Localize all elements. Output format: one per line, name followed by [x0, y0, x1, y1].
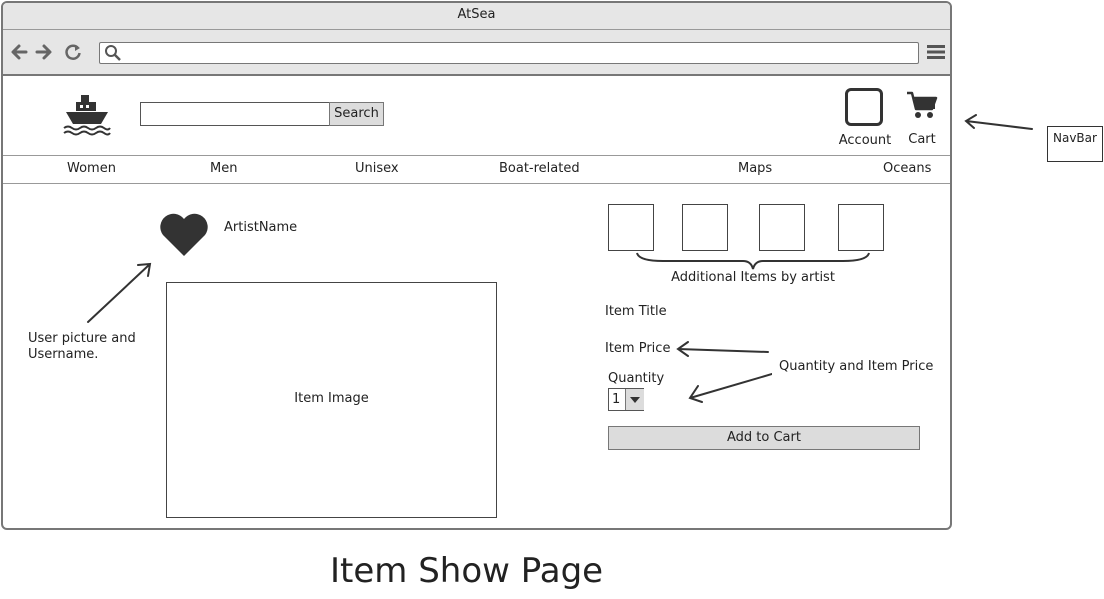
cart-label[interactable]: Cart [899, 132, 945, 147]
nav-item-unisex[interactable]: Unisex [355, 161, 399, 176]
forward-arrow-icon[interactable] [34, 43, 54, 61]
thumbnail-4[interactable] [838, 204, 884, 251]
user-picture-annotation: User picture and Username. [28, 331, 136, 362]
additional-items-label: Additional Items by artist [671, 270, 835, 285]
item-image: Item Image [166, 282, 497, 518]
quantity-select[interactable]: 1 [608, 388, 644, 411]
item-price: Item Price [605, 341, 671, 356]
cart-icon[interactable] [905, 90, 939, 120]
artist-name[interactable]: ArtistName [224, 220, 297, 235]
nav-item-maps[interactable]: Maps [738, 161, 772, 176]
nav-item-men[interactable]: Men [210, 161, 237, 176]
page-caption: Item Show Page [330, 551, 604, 591]
ship-logo-icon[interactable] [62, 92, 112, 138]
thumbnail-2[interactable] [682, 204, 728, 251]
search-input[interactable] [140, 102, 332, 126]
nav-divider-bottom [3, 183, 950, 184]
navbar-annotation: NavBar [1047, 126, 1103, 162]
reload-icon[interactable] [64, 43, 82, 61]
search-icon [105, 45, 121, 61]
quantity-price-annotation: Quantity and Item Price [779, 359, 934, 374]
url-bar[interactable] [99, 42, 919, 64]
account-label[interactable]: Account [827, 133, 903, 148]
quantity-label: Quantity [608, 371, 665, 386]
account-icon[interactable] [845, 88, 883, 126]
quantity-value: 1 [612, 392, 621, 407]
hamburger-menu-icon[interactable] [927, 44, 945, 60]
dropdown-caret-icon[interactable] [625, 389, 644, 410]
brace-icon [636, 252, 870, 270]
search-button[interactable]: Search [329, 102, 384, 126]
navbar-arrow-icon [964, 114, 1033, 130]
user-picture-arrow-icon [87, 262, 152, 323]
nav-item-oceans[interactable]: Oceans [883, 161, 931, 176]
nav-divider-top [3, 155, 950, 156]
item-title: Item Title [605, 304, 667, 319]
item-image-label: Item Image [294, 391, 369, 406]
nav-item-boat-related[interactable]: Boat-related [499, 161, 580, 176]
heart-icon[interactable] [158, 212, 210, 258]
thumbnail-1[interactable] [608, 204, 654, 251]
quantity-price-arrows-icon [676, 341, 772, 403]
add-to-cart-button[interactable]: Add to Cart [608, 426, 920, 450]
back-arrow-icon[interactable] [9, 43, 29, 61]
thumbnail-3[interactable] [759, 204, 805, 251]
nav-item-women[interactable]: Women [67, 161, 116, 176]
browser-toolbar [3, 30, 950, 76]
window-title: AtSea [3, 3, 950, 30]
